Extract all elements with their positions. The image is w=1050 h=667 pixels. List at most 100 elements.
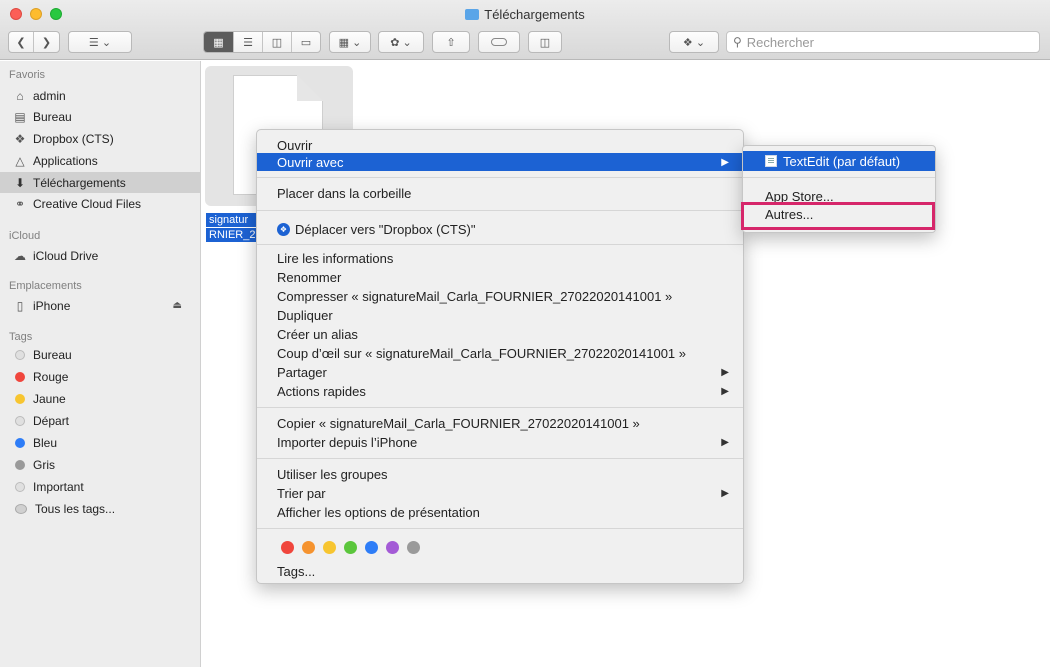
sidebar-item-label: Dropbox (CTS) xyxy=(33,131,114,146)
search-input[interactable]: ⚲ Rechercher xyxy=(726,31,1040,53)
search-placeholder: Rechercher xyxy=(746,34,814,50)
home-icon: ⌂ xyxy=(16,88,24,103)
menu-item-sort-by[interactable]: Trier par ▶ xyxy=(257,484,743,502)
group-button[interactable]: ▦ ⌄ xyxy=(329,31,371,53)
menu-item-quick-actions[interactable]: Actions rapides ▶ xyxy=(257,382,743,400)
sidebar-tag-jaune[interactable]: Jaune xyxy=(0,388,200,409)
sidebar-item-label: Jaune xyxy=(33,391,66,406)
menu-separator xyxy=(743,177,935,178)
menu-separator xyxy=(257,458,743,459)
list-view-icon[interactable]: ☰ xyxy=(233,32,262,52)
menu-separator xyxy=(257,177,743,178)
tag-color-gray-icon[interactable] xyxy=(407,541,420,554)
tag-dot-icon xyxy=(15,415,25,426)
dropbox-button[interactable]: ❖ ⌄ xyxy=(669,31,719,53)
search-icon: ⚲ xyxy=(733,35,742,49)
sidebar-item-icloud-drive[interactable]: ☁ iCloud Drive xyxy=(0,245,200,266)
menu-separator xyxy=(257,528,743,529)
submenu-arrow-icon: ▶ xyxy=(721,436,729,448)
menu-item-copy[interactable]: Copier « signatureMail_Carla_FOURNIER_27… xyxy=(257,414,743,432)
sidebar-item-bureau[interactable]: ▤ Bureau xyxy=(0,106,200,127)
sidebar-item-applications[interactable]: △ Applications xyxy=(0,150,200,171)
menu-item-label: Importer depuis l’iPhone xyxy=(277,434,418,450)
menu-item-duplicate[interactable]: Dupliquer xyxy=(257,306,743,324)
tag-dot-icon xyxy=(15,459,25,470)
sidebar-item-label: Applications xyxy=(33,153,98,168)
menu-separator xyxy=(257,407,743,408)
title-bar: Téléchargements ❮ ❯ ☰ ⌄ ▦ ☰ ◫ ▭ ▦ ⌄ ✿ ⌄ … xyxy=(0,0,1050,60)
menu-item-rename[interactable]: Renommer xyxy=(257,268,743,286)
icloud-header: iCloud xyxy=(9,230,41,242)
menu-item-quick-look[interactable]: Coup d’œil sur « signatureMail_Carla_FOU… xyxy=(257,344,743,362)
submenu-arrow-icon: ▶ xyxy=(721,156,729,168)
menu-item-share[interactable]: Partager ▶ xyxy=(257,363,743,381)
submenu-item-textedit[interactable]: TextEdit (par défaut) xyxy=(743,151,935,171)
icon-view-icon[interactable]: ▦ xyxy=(204,32,233,52)
back-forward-buttons: ❮ ❯ xyxy=(8,31,60,53)
sidebar-tag-rouge[interactable]: Rouge xyxy=(0,366,200,387)
share-button[interactable]: ⇧ xyxy=(432,31,470,53)
menu-item-open[interactable]: Ouvrir xyxy=(257,136,743,154)
sidebar-tag-bleu[interactable]: Bleu xyxy=(0,432,200,453)
tag-color-red-icon[interactable] xyxy=(281,541,294,554)
action-button[interactable]: ✿ ⌄ xyxy=(378,31,424,53)
sidebar-tag-important[interactable]: Important xyxy=(0,476,200,497)
eject-icon[interactable]: ⏏ xyxy=(173,300,182,311)
sidebar-item-dropbox[interactable]: ❖ Dropbox (CTS) xyxy=(0,128,200,149)
back-icon[interactable]: ❮ xyxy=(9,32,34,52)
submenu-item-label: TextEdit (par défaut) xyxy=(783,153,901,169)
menu-item-compress[interactable]: Compresser « signatureMail_Carla_FOURNIE… xyxy=(257,287,743,305)
sidebar-item-label: Creative Cloud Files xyxy=(33,196,142,211)
sidebar-item-admin[interactable]: ⌂ admin xyxy=(0,85,200,106)
sidebar-item-label: Tous les tags... xyxy=(35,501,116,516)
tag-color-purple-icon[interactable] xyxy=(386,541,399,554)
gallery-view-icon[interactable]: ▭ xyxy=(291,32,320,52)
menu-item-open-with[interactable]: Ouvrir avec ▶ xyxy=(257,153,743,171)
tag-color-green-icon[interactable] xyxy=(344,541,357,554)
menu-item-make-alias[interactable]: Créer un alias xyxy=(257,325,743,343)
menu-item-label: Partager xyxy=(277,364,327,380)
sidebar: Favoris ⌂ admin ▤ Bureau ❖ Dropbox (CTS) △ A… xyxy=(0,61,201,667)
tag-color-orange-icon[interactable] xyxy=(302,541,315,554)
menu-item-tags[interactable]: Tags... xyxy=(257,562,743,580)
tag-button[interactable] xyxy=(478,31,520,53)
sidebar-tag-depart[interactable]: Départ xyxy=(0,410,200,431)
dropbox-icon: ❖ ⌄ xyxy=(682,36,706,49)
trash-button[interactable]: ◫ xyxy=(528,31,562,53)
sidebar-item-label: Important xyxy=(33,479,84,494)
tag-color-blue-icon[interactable] xyxy=(365,541,378,554)
menu-item-label: Actions rapides xyxy=(277,383,366,399)
menu-item-import-iphone[interactable]: Importer depuis l’iPhone ▶ xyxy=(257,433,743,451)
menu-item-get-info[interactable]: Lire les informations xyxy=(257,249,743,267)
sidebar-item-label: Bleu xyxy=(33,435,58,450)
menu-item-move-to-trash[interactable]: Placer dans la corbeille xyxy=(257,184,743,202)
tags-header: Tags xyxy=(9,331,33,343)
tag-color-yellow-icon[interactable] xyxy=(323,541,336,554)
menu-separator xyxy=(257,210,743,211)
desktop-icon: ▤ xyxy=(14,109,26,124)
forward-icon[interactable]: ❯ xyxy=(34,32,59,52)
sidebar-tag-gris[interactable]: Gris xyxy=(0,454,200,475)
tag-dot-icon xyxy=(15,371,25,382)
list-sort-button[interactable]: ☰ ⌄ xyxy=(68,31,132,53)
view-mode-buttons: ▦ ☰ ◫ ▭ xyxy=(203,31,321,53)
context-menu: Ouvrir Ouvrir avec ▶ Placer dans la corb… xyxy=(256,129,744,584)
sidebar-item-label: Gris xyxy=(33,457,55,472)
sidebar-item-label: Rouge xyxy=(33,369,69,384)
locations-header: Emplacements xyxy=(9,280,82,292)
sidebar-item-creative-cloud[interactable]: ⚭ Creative Cloud Files xyxy=(0,193,200,214)
sidebar-item-label: iPhone xyxy=(33,298,71,313)
sidebar-tag-all[interactable]: Tous les tags... xyxy=(0,498,200,519)
sidebar-item-downloads[interactable]: ⬇ Téléchargements xyxy=(0,172,200,193)
dropbox-icon: ❖ xyxy=(277,222,290,236)
gear-icon: ✿ ⌄ xyxy=(390,36,412,49)
column-view-icon[interactable]: ◫ xyxy=(262,32,291,52)
tag-dot-icon xyxy=(15,503,27,514)
menu-item-use-groups[interactable]: Utiliser les groupes xyxy=(257,465,743,483)
sidebar-tag-bureau[interactable]: Bureau xyxy=(0,344,200,365)
sidebar-item-iphone[interactable]: ▯ iPhone ⏏ xyxy=(0,295,200,316)
menu-item-show-view-options[interactable]: Afficher les options de présentation xyxy=(257,503,743,521)
creative-cloud-icon: ⚭ xyxy=(14,196,26,211)
sidebar-item-label: Bureau xyxy=(33,347,72,362)
menu-item-move-to-dropbox[interactable]: ❖ Déplacer vers "Dropbox (CTS)" xyxy=(257,220,743,238)
